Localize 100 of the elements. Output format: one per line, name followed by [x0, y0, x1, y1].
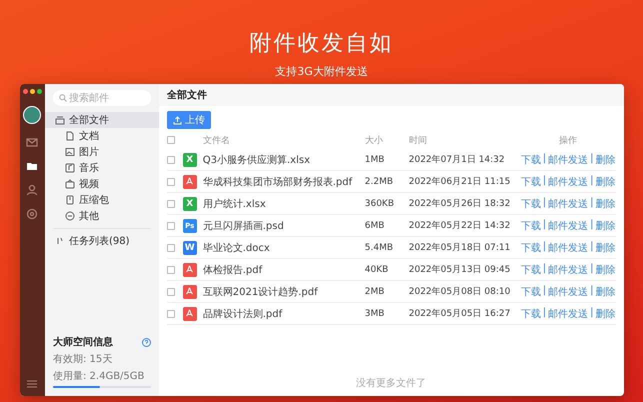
- sidebar-item[interactable]: 音乐: [45, 160, 159, 176]
- action-link[interactable]: 邮件发送: [548, 196, 588, 210]
- file-time: 2022年05月08日 08:10: [408, 286, 512, 298]
- end-of-list-text: 没有更多文件了: [355, 376, 428, 391]
- file-time: 2022年05月05日 16:27: [408, 308, 512, 320]
- hero-subtitle: 支持3G大附件发送: [275, 64, 368, 79]
- separator: |: [542, 284, 546, 298]
- menu-icon[interactable]: [27, 380, 38, 388]
- settings-icon[interactable]: [26, 208, 38, 220]
- checkbox[interactable]: [166, 178, 175, 186]
- file-size: 40KB: [364, 264, 390, 274]
- file-name: 元旦闪屏插画.psd: [202, 220, 285, 232]
- column-header: 操作: [558, 134, 578, 146]
- action-link[interactable]: 邮件发送: [548, 152, 588, 166]
- file-time: 2022年05月18日 07:11: [408, 242, 512, 254]
- usage-text: 使用量: 2.4GB/5GB: [53, 370, 146, 383]
- separator: |: [590, 196, 594, 210]
- storage-title: 大师空间信息: [53, 336, 113, 349]
- pdf-icon: [182, 284, 197, 298]
- checkbox[interactable]: [166, 288, 175, 296]
- circle-icon: [65, 211, 75, 221]
- sidebar-item[interactable]: 其他: [45, 208, 159, 224]
- action-link[interactable]: 邮件发送: [548, 218, 588, 232]
- archive-icon: [65, 195, 75, 205]
- close-icon[interactable]: [22, 89, 28, 94]
- checkbox[interactable]: [166, 310, 175, 318]
- file-name: 毕业论文.docx: [202, 242, 271, 254]
- action-link[interactable]: 下载: [520, 240, 541, 254]
- action-link[interactable]: 下载: [520, 196, 541, 210]
- folder-icon[interactable]: [26, 160, 38, 172]
- action-link[interactable]: 删除: [596, 152, 616, 166]
- checkbox[interactable]: [166, 156, 175, 164]
- file-time: 2022年05月22日 14:32: [408, 220, 512, 232]
- file-time: 2022年05月26日 18:32: [408, 198, 512, 210]
- sidebar-item[interactable]: 视频: [45, 176, 159, 192]
- validity-text: 有效期: 15天: [53, 352, 114, 366]
- action-link[interactable]: 下载: [520, 174, 541, 188]
- separator: |: [590, 218, 594, 232]
- pdf-icon: [182, 174, 197, 188]
- separator: |: [590, 284, 594, 298]
- action-link[interactable]: 删除: [596, 196, 616, 210]
- help-icon[interactable]: [142, 338, 151, 346]
- separator: |: [590, 262, 594, 276]
- checkbox[interactable]: [166, 222, 175, 230]
- checkbox[interactable]: [166, 244, 175, 252]
- checkbox[interactable]: [166, 266, 175, 274]
- search-field[interactable]: 搜索邮件: [53, 90, 151, 106]
- checkbox[interactable]: [166, 136, 175, 144]
- separator: |: [590, 240, 594, 254]
- image-icon: [65, 147, 75, 157]
- file-name: 体检报告.pdf: [202, 264, 264, 276]
- action-link[interactable]: 下载: [520, 284, 541, 298]
- file-size: 6MB: [364, 220, 386, 230]
- upload-button[interactable]: 上传: [166, 111, 211, 129]
- folder-icon: [55, 115, 65, 125]
- action-link[interactable]: 邮件发送: [548, 262, 588, 276]
- checkbox[interactable]: [166, 200, 175, 208]
- action-link[interactable]: 删除: [596, 284, 616, 298]
- file-size: 1MB: [364, 154, 386, 164]
- action-link[interactable]: 下载: [520, 262, 541, 276]
- action-link[interactable]: 下载: [520, 306, 541, 320]
- sidebar-item[interactable]: 文档: [45, 128, 159, 144]
- separator: |: [542, 306, 546, 320]
- separator: |: [590, 306, 594, 320]
- separator: |: [542, 262, 546, 276]
- file-name: 用户统计.xlsx: [202, 198, 267, 210]
- file-size: 360KB: [364, 198, 396, 208]
- file-icon: X: [182, 152, 197, 166]
- sidebar-item[interactable]: 压缩包: [45, 192, 159, 208]
- contacts-icon[interactable]: [26, 184, 38, 196]
- sidebar-item[interactable]: 图片: [45, 144, 159, 160]
- action-link[interactable]: 邮件发送: [548, 174, 588, 188]
- action-link[interactable]: 邮件发送: [548, 306, 588, 320]
- minimize-icon[interactable]: [30, 89, 35, 94]
- file-name: 互联网2021设计趋势.pdf: [202, 286, 319, 298]
- maximize-icon[interactable]: [36, 89, 42, 94]
- column-header: 文件名: [202, 134, 231, 146]
- sidebar-item[interactable]: 任务列表(98): [45, 233, 159, 249]
- action-link[interactable]: 邮件发送: [548, 240, 588, 254]
- file-name: Q3小服务供应测算.xlsx: [202, 154, 311, 166]
- sidebar-item[interactable]: 全部文件: [45, 112, 159, 128]
- action-link[interactable]: 删除: [596, 262, 616, 276]
- action-link[interactable]: 删除: [596, 218, 616, 232]
- hero-title: 附件收发自如: [250, 30, 394, 58]
- file-name: 品牌设计法则.pdf: [202, 308, 284, 320]
- upload-icon: [172, 116, 182, 124]
- task-icon: [55, 236, 65, 246]
- action-link[interactable]: 删除: [596, 174, 616, 188]
- page-title: 全部文件: [158, 84, 624, 106]
- action-link[interactable]: 邮件发送: [548, 284, 588, 298]
- mail-icon[interactable]: [26, 136, 38, 148]
- separator: |: [542, 152, 546, 166]
- action-link[interactable]: 下载: [520, 218, 541, 232]
- video-icon: [65, 179, 75, 189]
- file-size: 2.2MB: [364, 176, 394, 186]
- action-link[interactable]: 下载: [520, 152, 541, 166]
- avatar[interactable]: [23, 106, 42, 124]
- action-link[interactable]: 删除: [596, 306, 616, 320]
- file-icon: X: [182, 196, 197, 210]
- action-link[interactable]: 删除: [596, 240, 616, 254]
